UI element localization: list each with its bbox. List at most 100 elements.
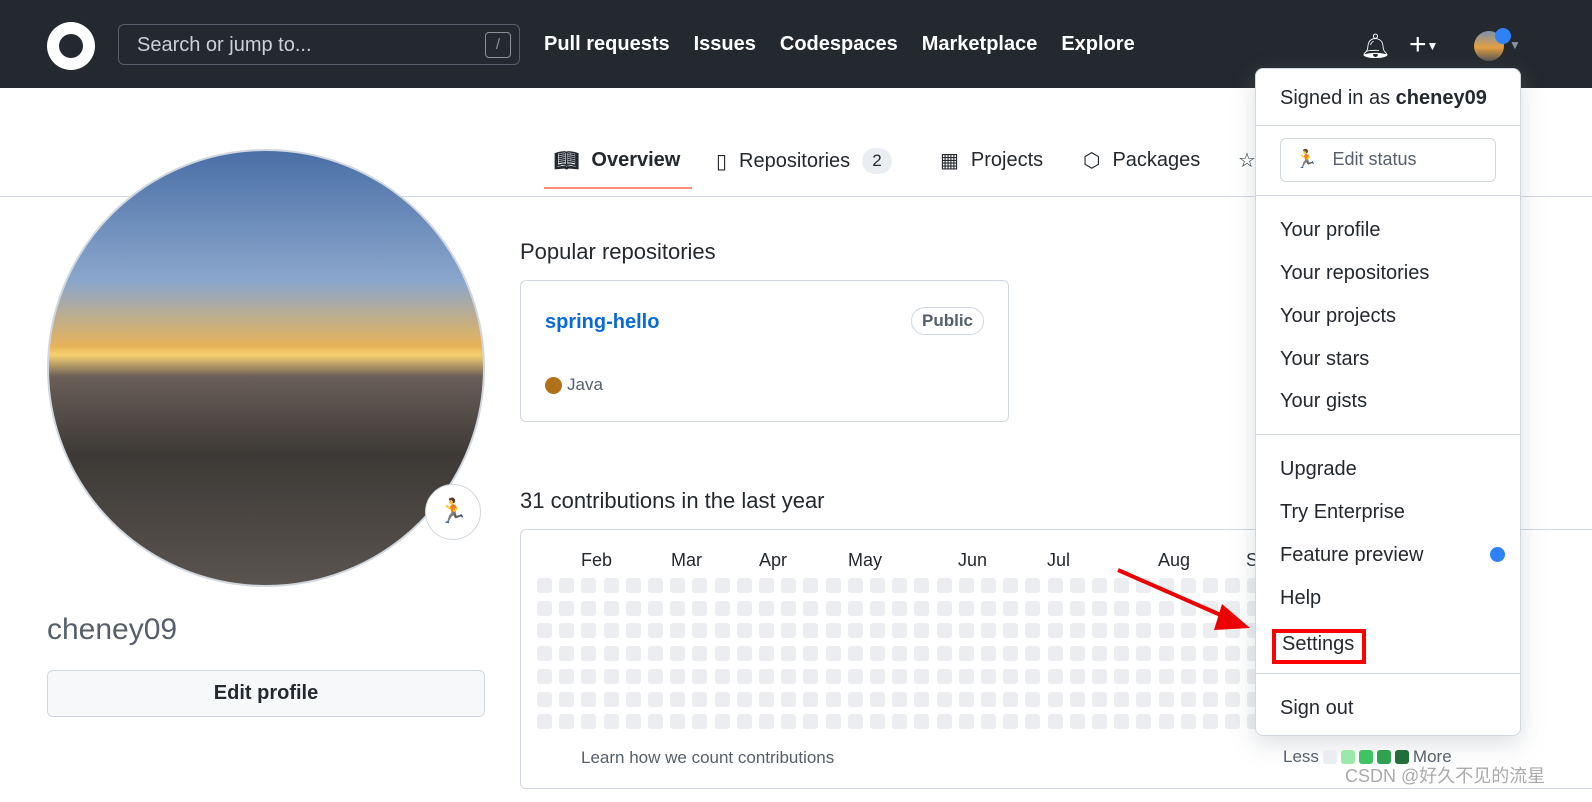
contribution-cell[interactable] [825,668,841,684]
contribution-cell[interactable] [825,600,841,616]
contribution-cell[interactable] [958,668,974,684]
contribution-cell[interactable] [914,623,930,639]
contribution-cell[interactable] [692,600,708,616]
contribution-cell[interactable] [958,600,974,616]
contribution-cell[interactable] [736,691,752,707]
contribution-cell[interactable] [870,646,885,662]
contribution-cell[interactable] [1047,668,1063,684]
contribution-cell[interactable] [847,578,863,593]
contribution-cell[interactable] [914,578,930,593]
contribution-cell[interactable] [1069,646,1085,662]
contribution-cell[interactable] [914,600,930,616]
contribution-cell[interactable] [1025,600,1041,616]
contribution-cell[interactable] [870,578,885,593]
contribution-cell[interactable] [1047,646,1063,662]
contribution-cell[interactable] [648,714,663,730]
contribution-cell[interactable] [692,578,708,593]
tab-projects[interactable]: ▦ Projects [940,148,1043,173]
nav-codespaces[interactable]: Codespaces [780,33,898,56]
contribution-cell[interactable] [648,668,663,684]
contribution-cell[interactable] [936,646,952,662]
contribution-cell[interactable] [692,714,708,730]
create-new-button[interactable]: +▼ [1409,28,1438,62]
contribution-cell[interactable] [914,668,930,684]
contribution-cell[interactable] [1203,668,1218,684]
contribution-cell[interactable] [870,600,885,616]
contribution-cell[interactable] [914,714,930,730]
contribution-cell[interactable] [892,714,908,730]
contribution-cell[interactable] [825,714,841,730]
contribution-cell[interactable] [803,578,819,593]
contribution-cell[interactable] [1069,578,1085,593]
contribution-cell[interactable] [1025,691,1041,707]
contribution-cell[interactable] [625,600,641,616]
contribution-cell[interactable] [537,623,552,639]
contribution-cell[interactable] [958,714,974,730]
nav-explore[interactable]: Explore [1061,33,1134,56]
contribution-cell[interactable] [936,714,952,730]
contribution-cell[interactable] [1003,646,1019,662]
contribution-cell[interactable] [648,623,663,639]
contribution-cell[interactable] [670,714,686,730]
contribution-cell[interactable] [1158,578,1174,593]
contribution-cell[interactable] [958,646,974,662]
contribution-cell[interactable] [1003,691,1019,707]
contribution-cell[interactable] [537,691,552,707]
contribution-cell[interactable] [825,578,841,593]
contribution-cell[interactable] [603,668,619,684]
menu-your-projects[interactable]: Your projects [1280,305,1396,328]
contribution-cell[interactable] [670,578,686,593]
contribution-cell[interactable] [1136,714,1152,730]
tab-overview[interactable]: 📖︎ Overview [544,148,693,189]
contribution-cell[interactable] [803,691,819,707]
contribution-cell[interactable] [559,646,575,662]
contribution-cell[interactable] [1025,578,1041,593]
contribution-cell[interactable] [714,668,730,684]
contribution-cell[interactable] [648,691,663,707]
menu-try-enterprise[interactable]: Try Enterprise [1280,501,1405,524]
contribution-cell[interactable] [692,623,708,639]
contribution-cell[interactable] [781,714,797,730]
contribution-cell[interactable] [936,623,952,639]
contribution-cell[interactable] [981,714,996,730]
contribution-cell[interactable] [736,623,752,639]
menu-sign-out[interactable]: Sign out [1280,697,1353,720]
status-emoji-button[interactable]: 🏃 [425,484,481,540]
profile-photo[interactable] [47,149,485,587]
contribution-cell[interactable] [1136,623,1152,639]
contribution-cell[interactable] [1158,714,1174,730]
contribution-cell[interactable] [559,623,575,639]
contribution-cell[interactable] [537,600,552,616]
contribution-cell[interactable] [603,600,619,616]
contribution-cell[interactable] [1158,623,1174,639]
contribution-cell[interactable] [714,714,730,730]
contribution-cell[interactable] [847,691,863,707]
contribution-cell[interactable] [1025,668,1041,684]
contribution-cell[interactable] [1158,646,1174,662]
contribution-cell[interactable] [803,668,819,684]
contribution-cell[interactable] [958,578,974,593]
contribution-cell[interactable] [603,623,619,639]
contribution-cell[interactable] [847,623,863,639]
contribution-cell[interactable] [648,646,663,662]
contribution-cell[interactable] [581,691,597,707]
contribution-cell[interactable] [1092,578,1107,593]
contribution-cell[interactable] [847,668,863,684]
contribution-cell[interactable] [1225,578,1241,593]
contribution-cell[interactable] [1114,623,1130,639]
contribution-cell[interactable] [781,691,797,707]
contribution-cell[interactable] [936,578,952,593]
contribution-cell[interactable] [1225,646,1241,662]
contribution-cell[interactable] [714,691,730,707]
contribution-cell[interactable] [892,691,908,707]
contribution-cell[interactable] [581,578,597,593]
contribution-cell[interactable] [1225,691,1241,707]
contribution-cell[interactable] [714,646,730,662]
contribution-cell[interactable] [559,578,575,593]
contribution-cell[interactable] [1180,714,1196,730]
contribution-cell[interactable] [1158,691,1174,707]
contribution-cell[interactable] [803,600,819,616]
contribution-cell[interactable] [1047,578,1063,593]
contribution-cell[interactable] [559,691,575,707]
contribution-cell[interactable] [670,668,686,684]
